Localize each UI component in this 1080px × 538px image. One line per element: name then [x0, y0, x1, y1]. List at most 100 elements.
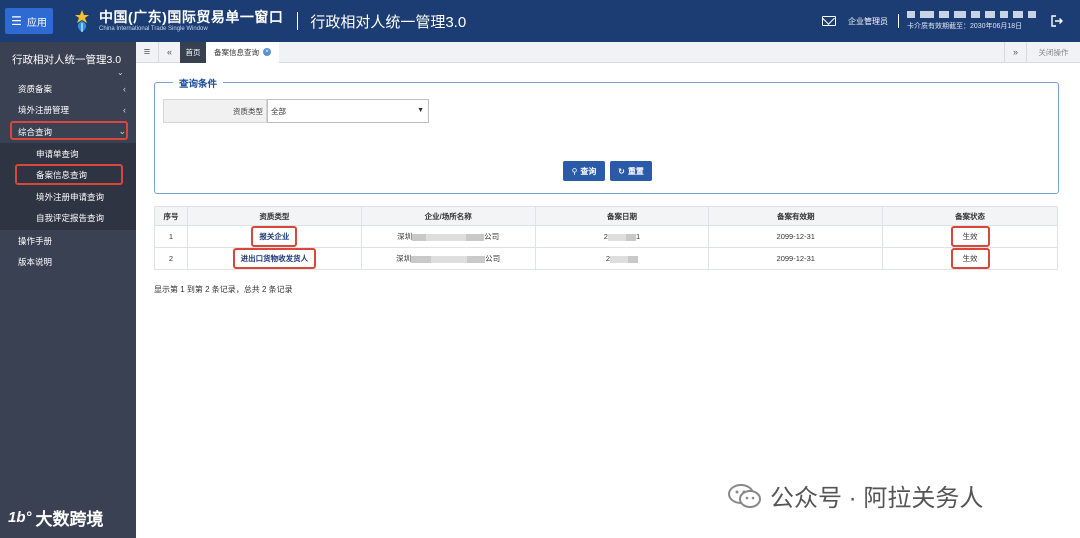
refresh-icon: ↻ — [618, 166, 625, 176]
results-table: 序号 资质类型 企业/场所名称 备案日期 备案有效期 备案状态 1 报关企业 深… — [154, 206, 1058, 270]
tab-bar: ≡ « 首页 备案信息查询 × » 关闭操作 — [136, 41, 1080, 63]
highlight-comprehensive-query — [10, 121, 128, 140]
qualification-type-label: 资质类型 — [163, 99, 267, 123]
valid-until-cell: 2099-12-31 — [708, 225, 884, 248]
tab-label: 备案信息查询 — [214, 47, 259, 57]
query-panel: 查询条件 资质类型 全部 ▼ ⚲ 查询 ↻ 重置 — [154, 76, 1059, 194]
tab-filing-info-query[interactable]: 备案信息查询 × — [206, 41, 279, 63]
company-name-cell: 深圳 公司 — [360, 225, 536, 248]
card-expiry: 卡介质有效期截至：2030年06月18日 — [907, 23, 1023, 30]
sidebar-item-label: 操作手册 — [18, 235, 53, 246]
filing-date-cell: 2 — [534, 247, 710, 270]
system-title: 行政相对人统一管理3.0 — [310, 13, 467, 31]
column-header[interactable]: 备案有效期 — [708, 206, 884, 226]
reset-button-label: 重置 — [627, 166, 644, 176]
row-index: 2 — [154, 247, 188, 270]
column-header[interactable]: 备案日期 — [534, 206, 710, 226]
brand-cn: 中国(广东)国际贸易单一窗口 — [99, 8, 284, 25]
chevron-left-icon: ‹ — [123, 83, 126, 94]
header-right: 企业管理员 卡介质有效期截至：2030年06月18日 — [822, 0, 1080, 42]
sidebar: 行政相对人统一管理3.0 ⌄ 资质备案 ‹ 境外注册管理 ‹ 综合查询 ⌄ 申请… — [0, 42, 136, 538]
filing-date-suffix: 1 — [635, 232, 641, 241]
status-badge: 生效 — [950, 248, 990, 269]
qualification-type-cell: 进出口货物收发货人 — [186, 247, 362, 270]
title-separator — [297, 12, 299, 30]
masked-text — [431, 255, 468, 263]
chevron-down-icon[interactable]: ⌄ — [117, 68, 124, 77]
masked-text — [628, 255, 639, 263]
highlight-filing-info-query — [15, 164, 123, 185]
sidebar-item-overseas-registration[interactable]: 境外注册管理 ‹ — [0, 99, 136, 120]
watermark-logo-mark: 1b° — [8, 509, 32, 526]
row-index: 1 — [154, 225, 188, 248]
company-name-suffix: 公司 — [484, 232, 500, 241]
table-header-row: 序号 资质类型 企业/场所名称 备案日期 备案有效期 备案状态 — [154, 206, 1058, 226]
sidebar-subitem-label: 自我评定报告查询 — [36, 212, 105, 223]
reset-button[interactable]: ↻ 重置 — [610, 161, 652, 181]
menu-toggle-icon[interactable]: ≡ — [136, 46, 158, 58]
qualification-type-select[interactable]: 全部 ▼ — [267, 99, 429, 123]
logout-icon[interactable] — [1050, 14, 1064, 28]
company-name-suffix: 公司 — [485, 254, 501, 263]
watermark-right-text: 公众号 · 阿拉关务人 — [770, 485, 984, 512]
search-button[interactable]: ⚲ 查询 — [563, 161, 605, 181]
column-header[interactable]: 资质类型 — [186, 206, 362, 226]
tab-home[interactable]: 首页 — [180, 41, 206, 63]
masked-text — [607, 233, 626, 241]
brand-en: China International Trade Single Window — [99, 25, 208, 32]
mail-icon[interactable] — [822, 16, 836, 26]
pagination-summary: 显示第 1 到第 2 条记录，总共 2 条记录 — [154, 285, 293, 294]
wechat-icon — [728, 483, 762, 509]
single-window-logo-icon — [71, 9, 93, 33]
tab-scroll-left-icon[interactable]: « — [158, 41, 180, 63]
header-divider — [898, 14, 899, 28]
watermark-left-text: 大数跨境 — [35, 510, 104, 529]
sidebar-item-version[interactable]: 版本说明 — [0, 251, 136, 272]
sidebar-title: 行政相对人统一管理3.0 — [12, 54, 122, 66]
masked-text — [411, 255, 432, 263]
qualification-type-tag: 进出口货物收发货人 — [232, 248, 317, 269]
search-icon: ⚲ — [571, 166, 578, 176]
sidebar-subitem-self-assessment-query[interactable]: 自我评定报告查询 — [0, 207, 136, 228]
table-row[interactable]: 2 进出口货物收发货人 深圳 公司 2 2099-12-31 生效 — [154, 247, 1058, 270]
sidebar-item-label: 版本说明 — [18, 256, 53, 267]
masked-text — [426, 233, 467, 241]
tab-scroll-right-icon[interactable]: » — [1004, 42, 1026, 63]
masked-user-name — [907, 11, 1036, 18]
close-operations-button[interactable]: 关闭操作 — [1026, 42, 1080, 63]
masked-text — [466, 233, 485, 241]
masked-text — [467, 255, 486, 263]
sidebar-subitem-label: 境外注册申请查询 — [36, 191, 105, 202]
company-name-prefix: 深圳 — [397, 232, 413, 241]
menu-icon: ☰ — [11, 14, 22, 28]
qualification-type-cell: 报关企业 — [186, 225, 362, 248]
sidebar-subitem-overseas-application-query[interactable]: 境外注册申请查询 — [0, 186, 136, 207]
status-badge: 生效 — [950, 226, 990, 247]
chevron-down-icon: ▼ — [417, 107, 424, 114]
masked-text — [625, 233, 636, 241]
sidebar-subitem-label: 申请单查询 — [36, 148, 79, 159]
masked-text — [412, 233, 427, 241]
filing-date-cell: 21 — [534, 225, 710, 248]
sidebar-item-manual[interactable]: 操作手册 — [0, 230, 136, 251]
sidebar-item-label: 资质备案 — [18, 83, 53, 94]
column-header[interactable]: 企业/场所名称 — [360, 206, 536, 226]
admin-label[interactable]: 企业管理员 — [848, 16, 888, 27]
sidebar-item-qualification-filing[interactable]: 资质备案 ‹ — [0, 78, 136, 99]
valid-until-cell: 2099-12-31 — [708, 247, 884, 270]
company-name-cell: 深圳 公司 — [360, 247, 536, 270]
sidebar-subitem-application-query[interactable]: 申请单查询 — [0, 143, 136, 164]
close-icon[interactable]: × — [263, 48, 271, 56]
column-header[interactable]: 备案状态 — [882, 206, 1058, 226]
search-button-label: 查询 — [580, 166, 597, 176]
column-header[interactable]: 序号 — [154, 206, 188, 226]
watermark-right: 公众号 · 阿拉关务人 — [728, 478, 983, 513]
top-header: ☰ 应用 中国(广东)国际贸易单一窗口 China International … — [0, 0, 1080, 42]
app-menu-button[interactable]: ☰ 应用 — [5, 8, 53, 34]
chevron-left-icon: ‹ — [123, 104, 126, 115]
masked-text — [610, 255, 629, 263]
status-cell: 生效 — [882, 247, 1058, 270]
table-row[interactable]: 1 报关企业 深圳 公司 21 2099-12-31 生效 — [154, 225, 1058, 248]
company-name-prefix: 深圳 — [396, 254, 412, 263]
app-label: 应用 — [26, 17, 47, 29]
